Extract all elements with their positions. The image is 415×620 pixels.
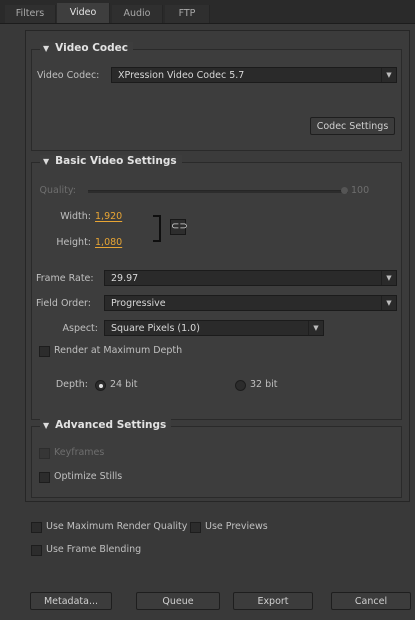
advanced-settings-header[interactable]: ▼ Advanced Settings bbox=[40, 419, 172, 431]
collapse-triangle-icon: ▼ bbox=[43, 44, 50, 53]
export-settings-panel: Filters Video Audio FTP ▼ Video Codec Vid… bbox=[0, 0, 415, 620]
quality-slider[interactable] bbox=[88, 190, 348, 193]
frame-rate-dropdown[interactable]: 29.97 ▼ bbox=[104, 270, 397, 286]
cancel-button[interactable]: Cancel bbox=[331, 592, 411, 610]
video-codec-value: XPression Video Codec 5.7 bbox=[118, 70, 245, 81]
use-previews-checkbox[interactable] bbox=[190, 522, 201, 533]
optimize-stills-checkbox[interactable] bbox=[39, 472, 50, 483]
codec-settings-button[interactable]: Codec Settings bbox=[310, 117, 395, 135]
depth-24bit-label: 24 bit bbox=[110, 379, 138, 390]
basic-video-settings-header[interactable]: ▼ Basic Video Settings bbox=[40, 155, 182, 167]
tab-bar: Filters Video Audio FTP bbox=[0, 0, 415, 24]
collapse-triangle-icon: ▼ bbox=[43, 421, 50, 430]
height-value[interactable]: 1,080 bbox=[95, 237, 122, 248]
dropdown-arrow-icon: ▼ bbox=[308, 321, 323, 335]
depth-label: Depth: bbox=[55, 379, 88, 390]
chain-link-icon[interactable]: ⊂⊃ bbox=[170, 219, 188, 235]
quality-label: Quality: bbox=[39, 185, 76, 196]
aspect-dropdown[interactable]: Square Pixels (1.0) ▼ bbox=[104, 320, 324, 336]
dropdown-arrow-icon: ▼ bbox=[381, 296, 396, 310]
video-codec-dropdown[interactable]: XPression Video Codec 5.7 ▼ bbox=[111, 67, 397, 83]
field-order-dropdown[interactable]: Progressive ▼ bbox=[104, 295, 397, 311]
quality-value: 100 bbox=[351, 185, 370, 196]
basic-video-settings-title: Basic Video Settings bbox=[55, 155, 177, 167]
depth-32bit-radio[interactable] bbox=[235, 380, 246, 391]
tab-audio[interactable]: Audio bbox=[112, 5, 163, 23]
video-codec-title: Video Codec bbox=[55, 42, 128, 54]
advanced-settings-section: ▼ Advanced Settings Keyframes Optimize St… bbox=[31, 419, 402, 498]
metadata-button[interactable]: Metadata... bbox=[30, 592, 112, 610]
aspect-value: Square Pixels (1.0) bbox=[111, 323, 200, 334]
quality-slider-thumb[interactable] bbox=[341, 187, 348, 194]
aspect-label: Aspect: bbox=[62, 323, 98, 334]
frame-rate-value: 29.97 bbox=[111, 273, 139, 284]
field-order-value: Progressive bbox=[111, 298, 166, 309]
render-max-depth-checkbox[interactable] bbox=[39, 346, 50, 357]
height-label: Height: bbox=[56, 237, 91, 248]
basic-video-settings-section: ▼ Basic Video Settings Quality: 100 Width… bbox=[31, 155, 402, 420]
dropdown-arrow-icon: ▼ bbox=[381, 271, 396, 285]
video-codec-header[interactable]: ▼ Video Codec bbox=[40, 42, 133, 54]
depth-24bit-radio[interactable] bbox=[95, 380, 106, 391]
video-settings-content: ▼ Video Codec Video Codec: XPression Vide… bbox=[25, 30, 410, 502]
max-render-quality-checkbox[interactable] bbox=[31, 522, 42, 533]
frame-blending-label: Use Frame Blending bbox=[46, 544, 142, 555]
width-label: Width: bbox=[60, 211, 91, 222]
tab-ftp[interactable]: FTP bbox=[165, 5, 210, 23]
frame-rate-label: Frame Rate: bbox=[36, 273, 94, 284]
tab-filters[interactable]: Filters bbox=[5, 5, 56, 23]
width-value[interactable]: 1,920 bbox=[95, 211, 122, 222]
render-max-depth-label: Render at Maximum Depth bbox=[54, 345, 183, 356]
video-codec-label: Video Codec: bbox=[37, 70, 100, 81]
use-previews-label: Use Previews bbox=[205, 521, 268, 532]
keyframes-checkbox[interactable] bbox=[39, 448, 50, 459]
frame-blending-checkbox[interactable] bbox=[31, 545, 42, 556]
optimize-stills-label: Optimize Stills bbox=[54, 471, 123, 482]
collapse-triangle-icon: ▼ bbox=[43, 157, 50, 166]
video-codec-section: ▼ Video Codec Video Codec: XPression Vide… bbox=[31, 42, 402, 151]
dropdown-arrow-icon: ▼ bbox=[381, 68, 396, 82]
keyframes-label: Keyframes bbox=[54, 447, 105, 458]
constrain-bracket bbox=[153, 215, 161, 242]
queue-button[interactable]: Queue bbox=[136, 592, 220, 610]
depth-32bit-label: 32 bit bbox=[250, 379, 278, 390]
field-order-label: Field Order: bbox=[36, 298, 91, 309]
advanced-settings-title: Advanced Settings bbox=[55, 419, 167, 431]
max-render-quality-label: Use Maximum Render Quality bbox=[46, 521, 188, 532]
tab-video[interactable]: Video bbox=[57, 3, 110, 23]
export-button[interactable]: Export bbox=[233, 592, 313, 610]
